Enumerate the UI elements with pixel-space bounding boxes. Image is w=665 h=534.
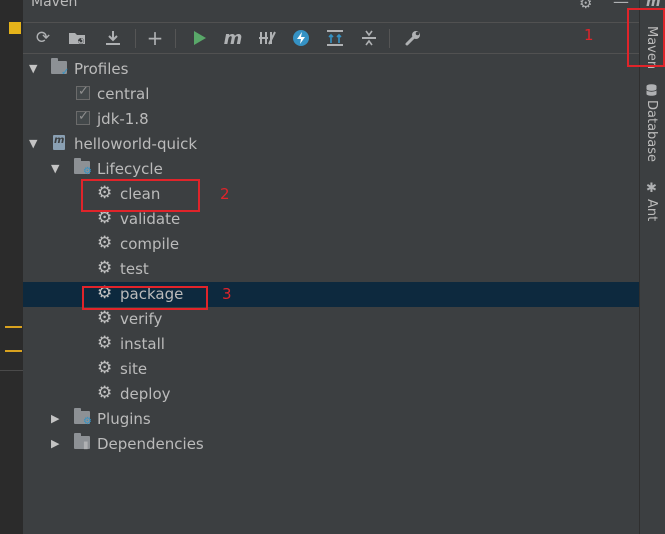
gear-icon: ⚙: [97, 258, 113, 278]
editor-gutter: [0, 0, 23, 534]
tree-node-dependencies[interactable]: ▶ ▮ Dependencies: [23, 432, 639, 457]
lifecycle-label: Lifecycle: [97, 160, 163, 178]
profile-checkbox[interactable]: [76, 84, 90, 100]
tool-window-title: Maven: [31, 0, 78, 10]
toolbar-separator: [135, 29, 136, 48]
gear-icon: ⚙: [97, 383, 113, 403]
add-icon[interactable]: +: [143, 26, 167, 50]
goal-verify[interactable]: ⚙ verify: [23, 307, 639, 332]
reimport-folder-icon[interactable]: [65, 26, 89, 50]
annotation-box-maven-tab: [627, 8, 665, 67]
profile-label: central: [97, 85, 150, 103]
dependencies-label: Dependencies: [97, 435, 204, 453]
goal-label: site: [120, 360, 148, 378]
tab-database[interactable]: Database: [644, 100, 659, 162]
collapse-all-icon[interactable]: [357, 26, 381, 50]
goal-test[interactable]: ⚙ test: [23, 257, 639, 282]
download-icon[interactable]: [101, 26, 125, 50]
database-icon[interactable]: [646, 84, 657, 100]
profiles-label: Profiles: [74, 60, 129, 78]
gutter-divider: [0, 370, 23, 371]
gutter-change-marker[interactable]: [5, 350, 22, 352]
run-icon[interactable]: [188, 26, 212, 50]
expand-arrow-icon[interactable]: ▼: [51, 162, 59, 175]
tree-node-plugins[interactable]: ▶ ⚙ Plugins: [23, 407, 639, 432]
expand-arrow-icon[interactable]: ▶: [51, 437, 59, 450]
gear-icon: ⚙: [97, 333, 113, 353]
gear-icon: ⚙: [97, 308, 113, 328]
gear-icon: ⚙: [97, 233, 113, 253]
toolbar-separator: [389, 29, 390, 48]
profile-item-central[interactable]: central: [23, 82, 639, 107]
tool-window-header: Maven ⚙ —: [23, 0, 639, 16]
gutter-change-marker[interactable]: [5, 326, 22, 328]
gear-icon[interactable]: ⚙: [579, 0, 592, 12]
annotation-number: 2: [220, 185, 230, 203]
goal-label: verify: [120, 310, 163, 328]
annotation-number: 1: [584, 26, 594, 44]
bars-badge-icon: ▮: [83, 440, 89, 451]
plugins-label: Plugins: [97, 410, 151, 428]
profile-label: jdk-1.8: [97, 110, 149, 128]
goal-compile[interactable]: ⚙ compile: [23, 232, 639, 257]
tree-node-project[interactable]: ▼ m helloworld-quick: [23, 132, 639, 157]
maven-tool-window: Maven ⚙ — ⟳ + m ▼ ✓ Profiles ✓ central ✓…: [23, 0, 639, 534]
toggle-offline-icon[interactable]: [255, 26, 279, 50]
tab-ant[interactable]: Ant: [644, 199, 659, 221]
gear-icon: ⚙: [97, 358, 113, 378]
annotation-number: 3: [222, 285, 232, 303]
expand-arrow-icon[interactable]: ▶: [51, 412, 59, 425]
annotation-box-clean: [81, 179, 200, 212]
goal-install[interactable]: ⚙ install: [23, 332, 639, 357]
goal-label: compile: [120, 235, 180, 253]
profile-item-jdk[interactable]: jdk-1.8: [23, 107, 639, 132]
reload-icon[interactable]: ⟳: [31, 26, 55, 50]
goal-label: test: [120, 260, 149, 278]
right-tool-stripe: m Maven Database ✱ Ant: [639, 0, 665, 534]
lightning-icon[interactable]: [289, 26, 313, 50]
execute-goal-icon[interactable]: m: [221, 26, 245, 50]
maven-m-icon: m: [54, 135, 65, 146]
gear-badge-icon: ⚙: [83, 416, 92, 427]
toolbar-separator: [175, 29, 176, 48]
tree-node-profiles[interactable]: ▼ ✓ Profiles: [23, 57, 639, 82]
goal-label: install: [120, 335, 165, 353]
show-dependencies-icon[interactable]: [323, 26, 347, 50]
annotation-box-package: [82, 286, 208, 310]
gutter-warning-marker[interactable]: [9, 22, 21, 34]
maven-toolbar: ⟳ + m: [23, 22, 639, 54]
gear-badge-icon: ⚙: [83, 166, 92, 177]
settings-wrench-icon[interactable]: [401, 26, 425, 50]
project-label: helloworld-quick: [74, 135, 198, 153]
goal-deploy[interactable]: ⚙ deploy: [23, 382, 639, 407]
check-badge-icon: ✓: [61, 67, 70, 78]
goal-label: validate: [120, 210, 181, 228]
expand-arrow-icon[interactable]: ▼: [29, 62, 37, 75]
goal-label: deploy: [120, 385, 171, 403]
ant-icon[interactable]: ✱: [646, 181, 657, 196]
expand-arrow-icon[interactable]: ▼: [29, 137, 37, 150]
profile-checkbox[interactable]: [76, 109, 90, 125]
goal-site[interactable]: ⚙ site: [23, 357, 639, 382]
